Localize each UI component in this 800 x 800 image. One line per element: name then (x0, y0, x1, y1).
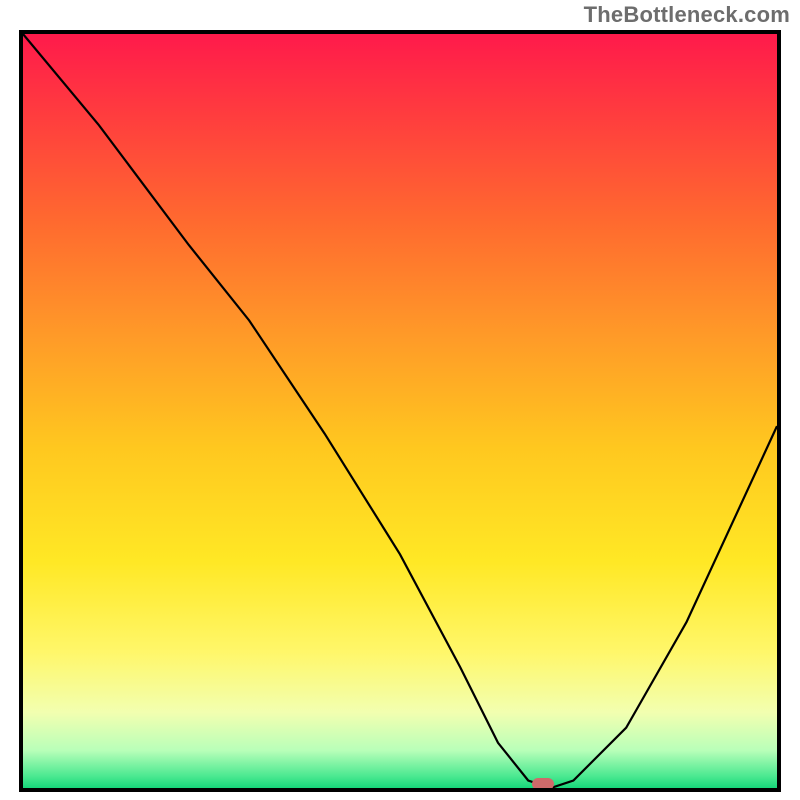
chart-frame: TheBottleneck.com (0, 0, 800, 800)
plot-area (19, 30, 781, 792)
curve-path (23, 34, 777, 788)
bottleneck-curve (23, 34, 777, 788)
optimal-marker (532, 778, 554, 790)
watermark-text: TheBottleneck.com (584, 2, 790, 28)
